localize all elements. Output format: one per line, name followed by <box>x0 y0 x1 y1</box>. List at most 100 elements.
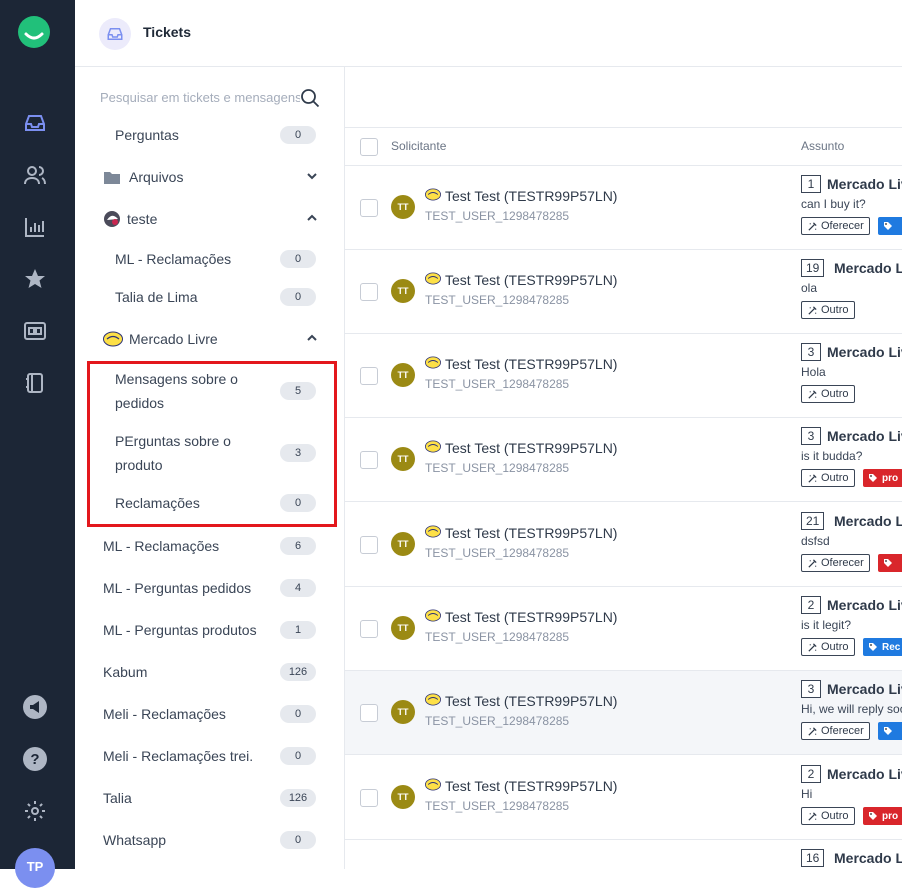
row-checkbox[interactable] <box>360 536 378 554</box>
row-checkbox[interactable] <box>360 367 378 385</box>
count-badge: 6 <box>280 537 316 555</box>
sidebar-item-label: Talia de Lima <box>115 289 198 305</box>
intent-tag-label: Outro <box>821 810 849 822</box>
requester-user-id: TEST_USER_1298478285 <box>425 799 570 813</box>
row-checkbox[interactable] <box>360 451 378 469</box>
mercado-livre-icon <box>425 440 441 456</box>
sidebar-item-group[interactable]: ML - Perguntas produtos 1 <box>103 610 344 650</box>
sidebar-item-talia-de-lima[interactable]: Talia de Lima 0 <box>115 277 344 317</box>
ticket-subject[interactable]: Mercado Livre <box>834 850 902 866</box>
chevron-up-icon[interactable] <box>307 332 317 346</box>
help-icon[interactable]: ? <box>20 744 50 774</box>
ticket-subject[interactable]: Mercado Livre <box>827 766 902 782</box>
tag-icon <box>883 726 893 736</box>
sidebar-item-group[interactable]: Whatsapp 0 <box>103 820 344 860</box>
column-header-subject[interactable]: Assunto <box>801 139 844 153</box>
contacts-icon[interactable] <box>20 160 50 190</box>
requester-avatar: TT <box>391 195 415 219</box>
search-box[interactable]: Pesquisar em tickets e mensagens <box>100 88 320 108</box>
sidebar-folder-arquivos[interactable]: Arquivos <box>103 157 344 197</box>
count-badge: 0 <box>280 126 316 144</box>
ticket-subject[interactable]: Mercado Livre <box>827 176 902 192</box>
intent-tag[interactable]: Oferecer <box>801 554 870 572</box>
megaphone-icon[interactable] <box>20 692 50 722</box>
intent-tag[interactable]: Oferecer <box>801 217 870 235</box>
tag-icon <box>883 221 893 231</box>
sidebar-item-label: Talia <box>103 790 132 806</box>
table-row[interactable]: 16 Mercado Livre <box>345 840 902 869</box>
table-row[interactable]: TT Test Test (TESTR99P57LN) TEST_USER_1298… <box>345 166 902 250</box>
ticket-subject[interactable]: Mercado Livre <box>827 428 902 444</box>
page-title: Tickets <box>143 24 191 40</box>
notebook-icon[interactable] <box>20 368 50 398</box>
search-icon[interactable] <box>300 88 320 113</box>
row-checkbox[interactable] <box>360 789 378 807</box>
label-tag[interactable]: Rec <box>863 638 902 656</box>
requester-name[interactable]: Test Test (TESTR99P57LN) <box>445 693 617 709</box>
sidebar-item-ml-reclamacoes[interactable]: ML - Reclamações 0 <box>115 239 344 279</box>
column-header-requester[interactable]: Solicitante <box>391 139 446 153</box>
requester-name[interactable]: Test Test (TESTR99P57LN) <box>445 525 617 541</box>
ticket-number: 3 <box>801 427 821 445</box>
sidebar-item-group[interactable]: Talia 126 <box>103 778 344 818</box>
table-row[interactable]: TT Test Test (TESTR99P57LN) TEST_USER_1298… <box>345 503 902 587</box>
requester-name[interactable]: Test Test (TESTR99P57LN) <box>445 272 617 288</box>
dashboard-icon[interactable] <box>20 316 50 346</box>
requester-name[interactable]: Test Test (TESTR99P57LN) <box>445 188 617 204</box>
label-tag[interactable]: pro <box>863 807 902 825</box>
chevron-down-icon[interactable] <box>307 170 317 184</box>
star-icon[interactable] <box>20 264 50 294</box>
intent-tag[interactable]: Outro <box>801 385 855 403</box>
magic-wand-icon <box>807 473 818 484</box>
ticket-subject[interactable]: Mercado Livre <box>827 344 902 360</box>
settings-gear-icon[interactable] <box>20 796 50 826</box>
chevron-up-icon[interactable] <box>307 212 317 226</box>
label-tag[interactable] <box>878 554 902 572</box>
select-all-checkbox[interactable] <box>360 138 378 156</box>
ticket-subject[interactable]: Mercado Livre <box>827 681 902 697</box>
ticket-number: 16 <box>801 849 825 867</box>
label-tag[interactable]: pro <box>863 469 902 487</box>
table-row[interactable]: TT Test Test (TESTR99P57LN) TEST_USER_1298… <box>345 250 902 334</box>
row-checkbox[interactable] <box>360 704 378 722</box>
table-row[interactable]: TT Test Test (TESTR99P57LN) TEST_USER_1298… <box>345 756 902 840</box>
intent-tag[interactable]: Outro <box>801 469 855 487</box>
sidebar-item-label: ML - Reclamações <box>115 251 232 267</box>
requester-name[interactable]: Test Test (TESTR99P57LN) <box>445 609 617 625</box>
ticket-subject[interactable]: Mercado Livre <box>834 260 902 276</box>
reports-icon[interactable] <box>20 212 50 242</box>
sidebar-folder-mercado-livre[interactable]: Mercado Livre <box>103 319 344 359</box>
requester-name[interactable]: Test Test (TESTR99P57LN) <box>445 440 617 456</box>
sidebar-item-group[interactable]: ML - Perguntas pedidos 4 <box>103 568 344 608</box>
sidebar-folder-teste[interactable]: teste <box>103 199 344 239</box>
row-checkbox[interactable] <box>360 199 378 217</box>
sidebar-item-group[interactable]: Meli - Reclamações trei. 0 <box>103 736 344 776</box>
sidebar-item-group[interactable]: ML - Reclamações 6 <box>103 526 344 566</box>
sidebar-item-group[interactable]: Kabum 126 <box>103 652 344 692</box>
table-row[interactable]: TT Test Test (TESTR99P57LN) TEST_USER_1298… <box>345 334 902 418</box>
label-tag[interactable] <box>878 722 902 740</box>
user-avatar[interactable]: TP <box>15 848 55 888</box>
intent-tag[interactable]: Outro <box>801 807 855 825</box>
intent-tag[interactable]: Outro <box>801 638 855 656</box>
row-checkbox[interactable] <box>360 620 378 638</box>
ticket-preview: Hi, we will reply soon <box>801 702 902 716</box>
sidebar-item-perguntas[interactable]: Perguntas 0 <box>115 115 344 155</box>
sidebar-item-group[interactable]: Meli - Reclamações 0 <box>103 694 344 734</box>
ticket-subject[interactable]: Mercado Livre <box>834 513 902 529</box>
ticket-number: 21 <box>801 512 825 530</box>
table-row[interactable]: TT Test Test (TESTR99P57LN) TEST_USER_1298… <box>345 671 902 755</box>
inbox-icon[interactable] <box>20 108 50 138</box>
table-row[interactable]: TT Test Test (TESTR99P57LN) TEST_USER_1298… <box>345 587 902 671</box>
app-logo-icon[interactable] <box>17 15 51 49</box>
intent-tag[interactable]: Oferecer <box>801 722 870 740</box>
intent-tag[interactable]: Outro <box>801 301 855 319</box>
table-row[interactable]: TT Test Test (TESTR99P57LN) TEST_USER_1298… <box>345 418 902 502</box>
ticket-subject[interactable]: Mercado Livre <box>827 597 902 613</box>
row-checkbox[interactable] <box>360 283 378 301</box>
search-input[interactable]: Pesquisar em tickets e mensagens <box>100 90 300 105</box>
requester-name[interactable]: Test Test (TESTR99P57LN) <box>445 356 617 372</box>
requester-name[interactable]: Test Test (TESTR99P57LN) <box>445 778 617 794</box>
label-tag[interactable] <box>878 217 902 235</box>
page-header: Tickets <box>75 0 902 67</box>
